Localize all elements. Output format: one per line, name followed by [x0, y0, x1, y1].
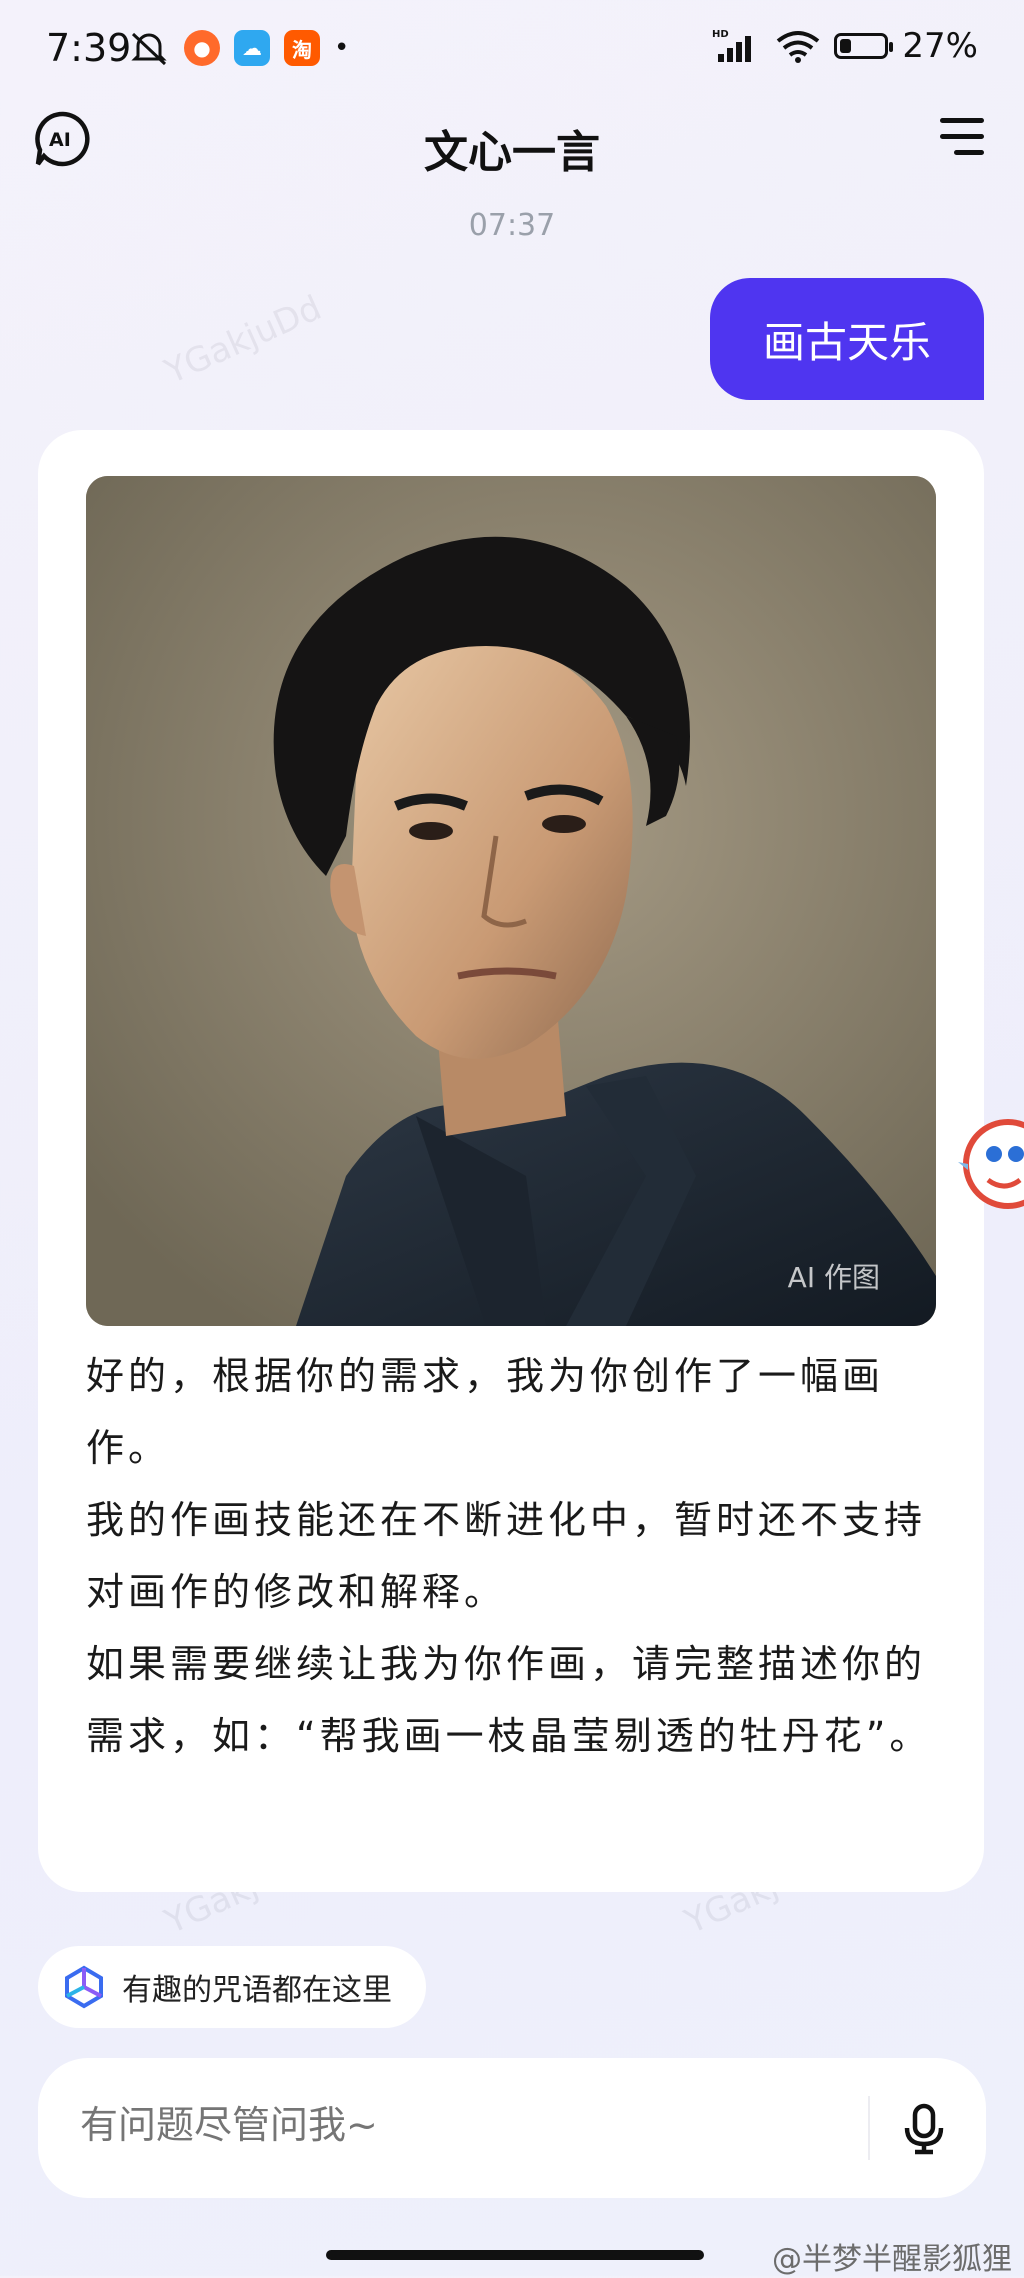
bot-message-text: 好的，根据你的需求，我为你创作了一幅画作。 我的作画技能还在不断进化中，暂时还不…	[86, 1340, 946, 1772]
mute-bell-icon	[131, 32, 167, 66]
status-bar: 7:39 ● ☁ 淘 • HD 27%	[0, 0, 1024, 100]
more-dot-icon: •	[334, 33, 350, 63]
status-time: 7:39	[46, 26, 132, 70]
ai-generated-badge: AI 作图	[787, 1261, 880, 1294]
chat-timestamp: 07:37	[468, 208, 556, 243]
battery-fill	[840, 39, 852, 53]
message-input[interactable]	[78, 2102, 842, 2148]
watermark-text: YGakjuDd	[159, 287, 328, 393]
bot-paragraph: 如果需要继续让我为你作画，请完整描述你的需求，如：“帮我画一枝晶莹剔透的牡丹花”…	[86, 1642, 932, 1758]
suggestion-chip-label: 有趣的咒语都在这里	[122, 1973, 392, 2008]
user-message-bubble[interactable]: 画古天乐	[710, 278, 984, 400]
signal-icon: HD	[712, 29, 752, 62]
floating-mascot-icon[interactable]	[958, 1104, 1024, 1222]
generated-portrait-image[interactable]: AI 作图	[86, 476, 936, 1326]
menu-icon[interactable]	[940, 118, 988, 158]
bot-paragraph: 好的，根据你的需求，我为你创作了一幅画作。	[86, 1354, 885, 1470]
taobao-icon: 淘	[284, 30, 320, 66]
app-header: AI 文心一言	[0, 100, 1024, 200]
notification-icons: ● ☁ 淘 •	[128, 30, 349, 66]
battery-percent: 27%	[902, 26, 978, 66]
status-right: HD 27%	[712, 26, 978, 66]
portrait-illustration	[86, 476, 936, 1326]
microphone-icon[interactable]	[896, 2100, 952, 2156]
weibo-watermark: @半梦半醒影狐狸	[772, 2242, 1012, 2277]
page-title: 文心一言	[424, 127, 600, 178]
home-indicator[interactable]	[326, 2250, 704, 2260]
bot-response-card: AI 作图 好的，根据你的需求，我为你创作了一幅画作。 我的作画技能还在不断进化…	[38, 430, 984, 1892]
cloud-app-icon: ☁	[234, 30, 270, 66]
spells-suggestion-chip[interactable]: 有趣的咒语都在这里	[38, 1946, 426, 2028]
input-divider	[868, 2096, 870, 2160]
wifi-icon	[777, 31, 820, 63]
svg-text:HD: HD	[712, 29, 729, 40]
chat-input-bar	[38, 2058, 986, 2198]
battery-icon	[834, 33, 894, 59]
app-notification-icon: ●	[184, 30, 220, 66]
bot-paragraph: 我的作画技能还在不断进化中，暂时还不支持对画作的修改和解释。	[86, 1498, 927, 1614]
cube-icon	[65, 1965, 103, 2009]
